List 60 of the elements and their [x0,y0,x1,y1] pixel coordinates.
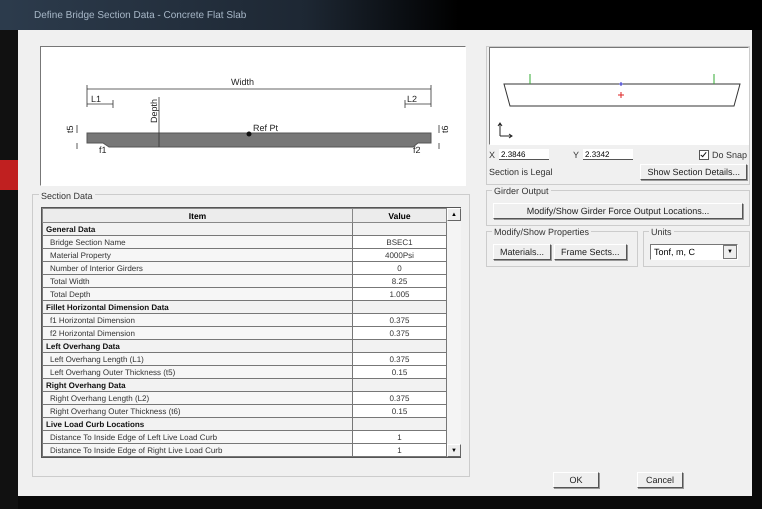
depth-label: Depth [149,98,159,123]
dimension-label: L1 [91,94,102,104]
x-coordinate-field[interactable]: 2.3846 [499,149,550,160]
dimension-label: f1 [99,145,107,155]
item-cell: Right Overhang Outer Thickness (t6) [42,404,352,418]
group-label: Section Data [39,191,95,201]
group-label: Modify/Show Properties [492,227,592,237]
width-label: Width [231,77,254,87]
value-cell[interactable]: 0 [352,262,446,274]
item-cell: Right Overhang Length (L2) [42,392,352,404]
cancel-button[interactable]: Cancel [637,472,683,488]
item-cell: f2 Horizontal Dimension [42,326,352,340]
item-cell: Distance To Inside Edge of Left Live Load Curb [42,430,352,444]
group-row-label: Left Overhang Data [42,340,352,352]
item-cell: Distance To Inside Edge of Right Live Load Curb [42,444,352,456]
dimension-label: f2 [413,145,421,155]
value-cell[interactable]: 0.15 [352,366,446,378]
item-cell: Material Property [42,248,352,262]
value-cell[interactable]: 1 [352,444,446,456]
group-row-label: Right Overhang Data [42,378,352,392]
group-row-label: General Data [42,222,352,236]
group-row-label: Fillet Horizontal Dimension Data [42,300,352,314]
status-text: Section is Legal [489,167,553,177]
column-header: Item [42,208,352,222]
item-cell: Total Width [42,274,352,288]
window-title: Define Bridge Section Data - Concrete Flat Slab [0,0,762,30]
group-row-label: Live Load Curb Locations [42,418,352,430]
show-details-button[interactable]: Show Section Details... [640,164,747,180]
dimension-label: L2 [407,94,418,104]
column-header: Value [352,208,446,222]
value-cell[interactable]: 0.375 [352,352,446,366]
ok-button[interactable]: OK [553,472,599,488]
value-cell[interactable]: 0.375 [352,314,446,326]
value-cell[interactable]: 1.005 [352,288,446,300]
group-label: Units [649,227,674,237]
value-cell[interactable]: 1 [352,430,446,444]
value-cell[interactable]: 0.15 [352,404,446,418]
value-cell[interactable]: 4000Psi [352,248,446,262]
checkbox[interactable] [698,150,709,160]
item-cell: Bridge Section Name [42,236,352,248]
y-label: Y [573,150,580,160]
properties-button[interactable]: Frame Sects... [554,244,627,260]
girder-output-button[interactable]: Modify/Show Girder Force Output Locations... [493,203,743,219]
item-cell: Number of Interior Girders [42,262,352,274]
value-cell[interactable]: BSEC1 [352,236,446,248]
checkbox-label: Do Snap [712,150,747,160]
item-cell: f1 Horizontal Dimension [42,314,352,326]
y-coordinate-field[interactable]: 2.3342 [583,149,634,160]
group-label: Girder Output [492,186,551,196]
value-cell[interactable]: 8.25 [352,274,446,288]
value-cell[interactable]: 0.375 [352,392,446,404]
properties-button[interactable]: Materials... [493,244,552,260]
reference-point-label: Ref Pt [253,123,278,133]
dimension-label: t5 [65,125,75,133]
item-cell: Total Depth [42,288,352,300]
item-cell: Left Overhang Length (L1) [42,352,352,366]
dimension-label: t6 [440,125,450,133]
x-label: X [489,150,496,160]
value-cell[interactable]: 0.375 [352,326,446,340]
item-cell: Left Overhang Outer Thickness (t5) [42,366,352,378]
